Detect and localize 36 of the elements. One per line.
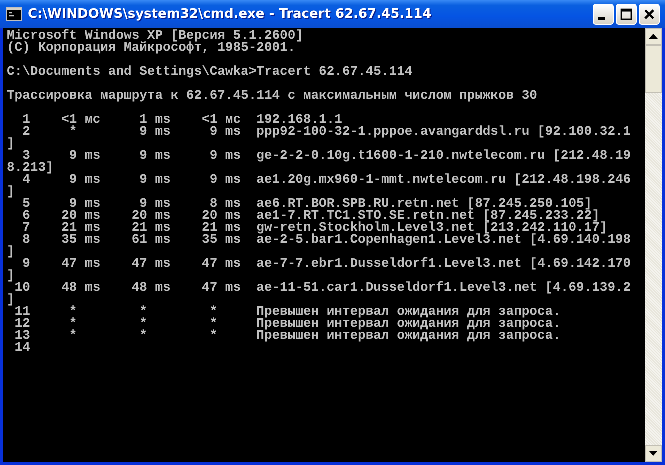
console-line: 2 * 9 ms 9 ms ppp92-100-32-1.pppoe.avangarddsl.ru [92.100.32.1 — [22, 126, 632, 138]
console-icon — [6, 7, 22, 21]
console-line: ] — [7, 138, 16, 150]
scroll-up-button[interactable] — [645, 28, 662, 45]
console-line: (С) Корпорация Майкрософт, 1985-2001. — [7, 42, 296, 54]
console-line: 7 21 ms 21 ms 21 ms gw-retn.Stockholm.Level3.net [213.242.110.17] — [22, 222, 608, 234]
console-line: ] — [7, 270, 16, 282]
console-line: 4 9 ms 9 ms 9 ms ae1.20g.mx960-1-mmt.nwtelecom.ru [212.48.198.246 — [22, 174, 632, 186]
console-line: 10 48 ms 48 ms 47 ms ae-11-51.car1.Dusseldorf1.Level3.net [4.69.139.2 — [14, 282, 632, 294]
console-line: ] — [7, 294, 16, 306]
window-title: C:\WINDOWS\system32\cmd.exe - Tracert 62.67.45.114 — [28, 6, 433, 22]
console-line: Трассировка маршрута к 62.67.45.114 с максимальным числом прыжков 30 — [7, 90, 538, 102]
maximize-button[interactable] — [616, 4, 637, 24]
console-line: 13 * * * Превышен интервал ожидания для запроса. — [14, 330, 562, 342]
scroll-down-button[interactable] — [645, 445, 662, 462]
scrollbar[interactable] — [645, 28, 662, 462]
console-line: 8.213] — [7, 162, 55, 174]
minimize-icon — [598, 16, 605, 20]
console-line: 5 9 ms 9 ms 8 ms ae6.RT.BOR.SPB.RU.retn.net [87.245.250.105] — [22, 198, 592, 210]
console-line: 1 <1 мс 1 ms <1 мс 192.168.1.1 — [22, 114, 342, 126]
console-line: 12 * * * Превышен интервал ожидания для запроса. — [14, 318, 562, 330]
console-line: 8 35 ms 61 ms 35 ms ae-2-5.bar1.Copenhagen1.Level3.net [4.69.140.198 — [22, 234, 632, 246]
console-line: 14 — [14, 342, 32, 354]
console-line: C:\Documents and Settings\Cawka>Tracert 62.67.45.114 — [7, 66, 414, 78]
console-line: ] — [7, 246, 16, 258]
console-line: 3 9 ms 9 ms 9 ms ge-2-2-0.10g.t1600-1-210.nwtelecom.ru [212.48.19 — [22, 150, 632, 162]
console-line: Microsoft Windows XP [Версия 5.1.2600] — [7, 30, 304, 42]
minimize-button[interactable] — [593, 4, 614, 24]
console-line: ] — [7, 186, 16, 198]
up-arrow-icon — [649, 34, 658, 39]
console-line: 11 * * * Превышен интервал ожидания для запроса. — [14, 306, 562, 318]
console-line: 9 47 ms 47 ms 47 ms ae-7-7.ebr1.Dusseldorf1.Level3.net [4.69.142.170 — [22, 258, 632, 270]
scroll-thumb[interactable] — [645, 45, 662, 93]
console-line: 6 20 ms 20 ms 20 ms ae1-7.RT.TC1.STO.SE.retn.net [87.245.233.22] — [22, 210, 600, 222]
down-arrow-icon — [649, 451, 658, 456]
close-button[interactable] — [639, 4, 660, 24]
